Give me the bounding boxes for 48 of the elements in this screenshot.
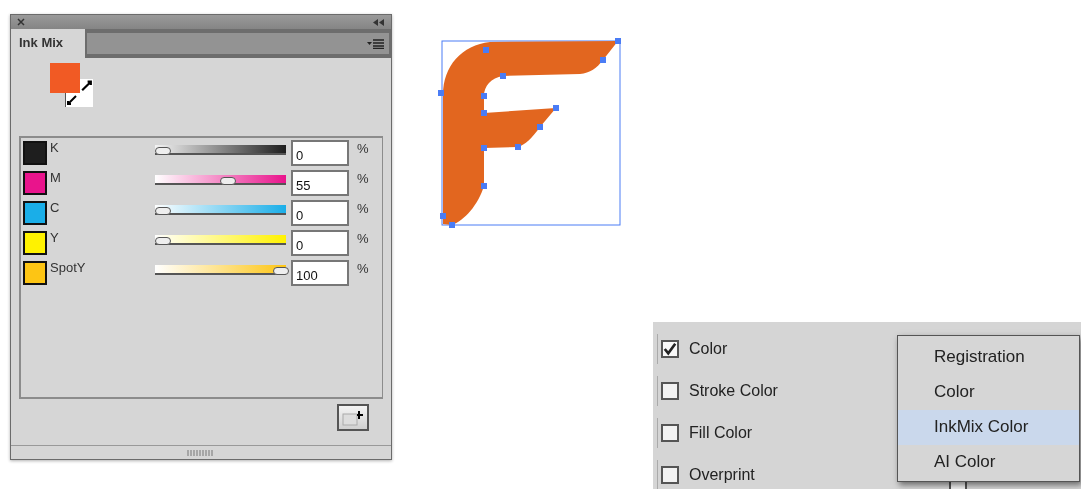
menu-item[interactable]: AI Color	[898, 445, 1079, 480]
channel-label: M	[50, 170, 62, 185]
value-field[interactable]: 55	[291, 170, 349, 196]
value-field[interactable]: 0	[291, 140, 349, 166]
percent-label: %	[357, 261, 369, 276]
slider-track[interactable]	[155, 265, 286, 275]
stroke-swatch[interactable]	[65, 93, 93, 107]
close-icon[interactable]	[17, 18, 25, 26]
panel-menu-icon[interactable]	[367, 39, 385, 49]
checkbox[interactable]	[661, 424, 679, 442]
new-swatch-button[interactable]	[337, 404, 369, 431]
percent-label: %	[357, 141, 369, 156]
channel-label: C	[50, 200, 61, 215]
channel-label: SpotY	[50, 260, 87, 275]
default-arrow-icon[interactable]	[66, 94, 78, 106]
swap-arrow-icon[interactable]	[80, 79, 93, 93]
slider-thumb[interactable]	[273, 267, 289, 275]
menu-item[interactable]: Color	[898, 375, 1079, 410]
value-field[interactable]: 100	[291, 260, 349, 286]
checkbox-label[interactable]: Color	[689, 340, 728, 358]
percent-label: %	[357, 201, 369, 216]
slider-thumb[interactable]	[219, 177, 236, 185]
value-field[interactable]: 0	[291, 230, 349, 256]
panel-tab[interactable]: Ink Mix	[11, 29, 85, 58]
value-field[interactable]: 0	[291, 200, 349, 226]
new-swatch-icon	[342, 409, 364, 426]
menu-item[interactable]: InkMix Color	[898, 410, 1079, 445]
slider-track[interactable]	[155, 205, 286, 215]
checkbox[interactable]	[661, 340, 679, 358]
menu-item[interactable]: Registration	[898, 340, 1079, 375]
slider-track[interactable]	[155, 175, 286, 185]
checkbox[interactable]	[661, 382, 679, 400]
resize-grip-icon[interactable]	[187, 449, 215, 456]
slider-track[interactable]	[155, 145, 286, 155]
slider-thumb[interactable]	[155, 207, 171, 215]
channel-label: Y	[50, 230, 60, 245]
checkbox-label[interactable]: Fill Color	[689, 424, 753, 442]
slider-track[interactable]	[155, 235, 286, 245]
fill-swatch[interactable]	[50, 63, 80, 93]
checkbox-label[interactable]: Overprint	[689, 466, 755, 484]
collapse-icon[interactable]	[373, 18, 385, 26]
percent-label: %	[357, 231, 369, 246]
checkbox[interactable]	[661, 466, 679, 484]
checkbox-label[interactable]: Stroke Color	[689, 382, 778, 400]
channel-label: K	[50, 140, 60, 155]
percent-label: %	[357, 171, 369, 186]
slider-thumb[interactable]	[155, 147, 171, 155]
slider-thumb[interactable]	[155, 237, 171, 245]
